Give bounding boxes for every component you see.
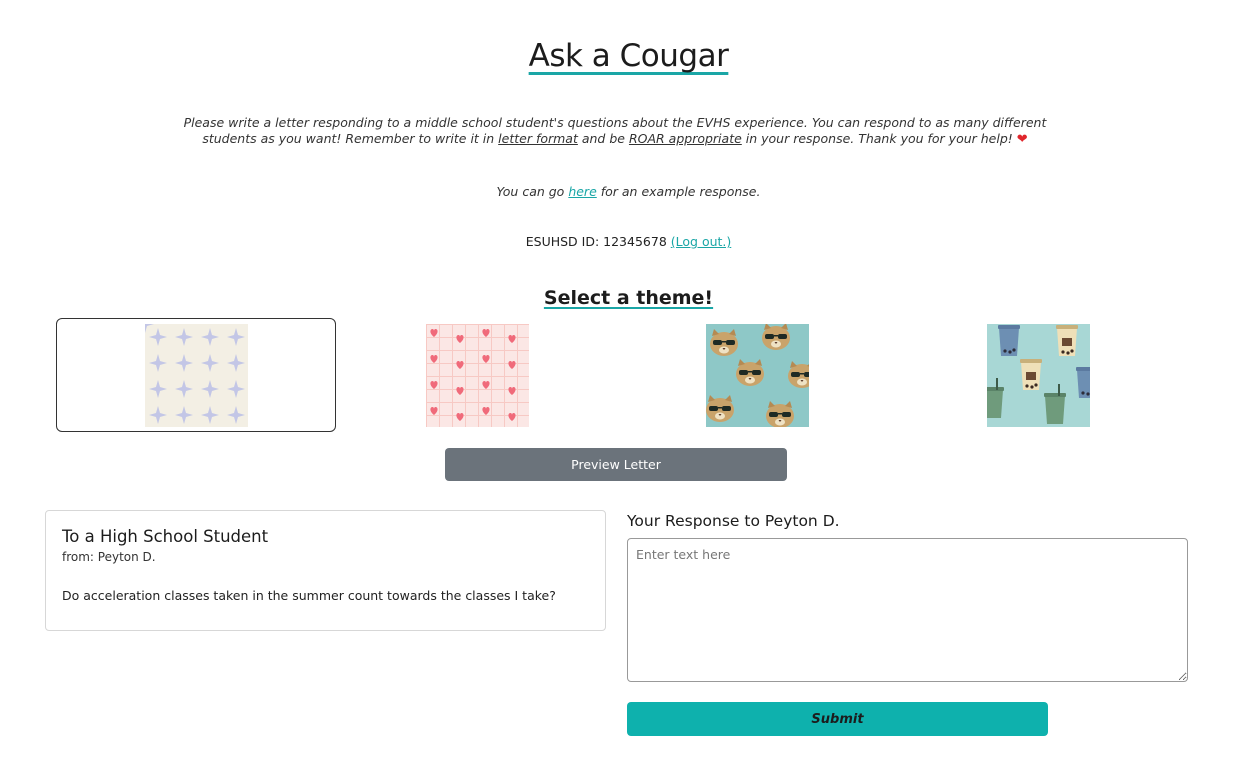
user-id-label: ESUHSD ID: 12345678	[525, 234, 667, 249]
user-id-line: ESUHSD ID: 12345678 (Log out.)	[0, 234, 1257, 249]
cougar-pattern-image	[706, 324, 809, 427]
theme-option-sparkle[interactable]	[56, 318, 336, 432]
response-textarea[interactable]	[627, 538, 1188, 682]
theme-option-cougar[interactable]	[617, 318, 897, 432]
example-response-link[interactable]: here	[568, 184, 596, 199]
logout-link[interactable]: (Log out.)	[671, 234, 732, 249]
submit-button[interactable]: Submit	[627, 702, 1048, 736]
letter-title: To a High School Student	[62, 527, 269, 546]
example-text: You can go here for an example response.	[496, 184, 761, 199]
roar-appropriate-link[interactable]: ROAR appropriate	[629, 131, 742, 146]
theme-option-boba[interactable]	[898, 318, 1178, 432]
boba-pattern-image	[987, 324, 1090, 427]
letter-question: Do acceleration classes taken in the sum…	[62, 588, 556, 603]
intro-text: Please write a letter responding to a mi…	[183, 115, 1047, 147]
theme-heading: Select a theme!	[543, 287, 714, 309]
heart-icon: ❤	[1016, 132, 1028, 147]
preview-letter-button[interactable]: Preview Letter	[445, 448, 787, 481]
page-title: Ask a Cougar	[528, 38, 729, 74]
response-label: Your Response to Peyton D.	[627, 512, 840, 530]
sparkle-pattern-image	[145, 324, 248, 427]
letter-format-link[interactable]: letter format	[498, 131, 578, 146]
student-letter-card: To a High School Student from: Peyton D.…	[45, 510, 606, 631]
letter-sender: from: Peyton D.	[62, 550, 156, 564]
hearts-pattern-image	[426, 324, 529, 427]
theme-option-hearts[interactable]	[337, 318, 617, 432]
